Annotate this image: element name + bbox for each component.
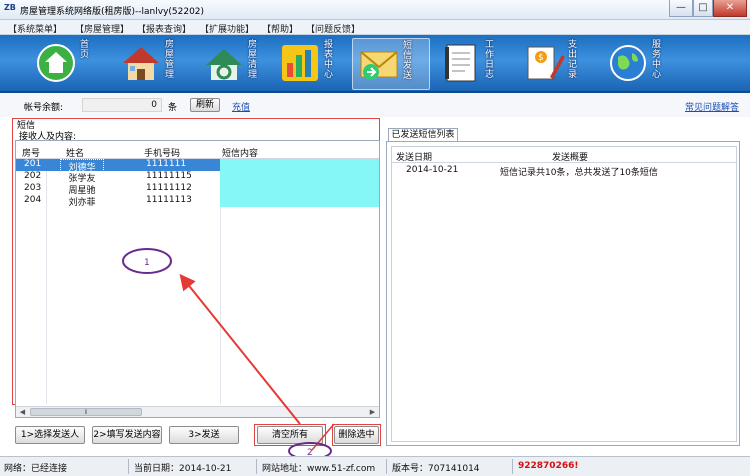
status-separator [512,459,513,474]
status-network: 网络：已经连接 [4,464,68,474]
status-version: 版本号：707141014 [392,464,480,474]
status-phone: 922870266! [518,461,579,471]
status-bar: 网络：已经连接 当前日期：2014-10-21 网站地址：www.51-zf.c… [0,456,750,476]
annotation-arrow [179,273,301,425]
annotation-leader [311,423,335,451]
annotation-overlay: 1 2 [122,248,335,460]
status-site: 网站地址：www.51-zf.com [262,464,376,474]
status-separator [256,459,257,474]
status-date: 当前日期：2014-10-21 [134,464,232,474]
status-separator [128,459,129,474]
annotation-number-1: 1 [144,258,150,268]
status-separator [386,459,387,474]
